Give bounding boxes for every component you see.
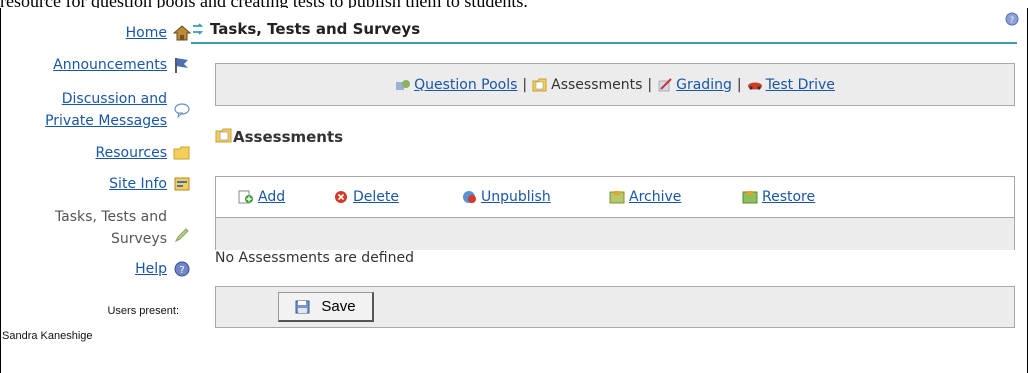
- chat-bubble-icon: [174, 103, 190, 119]
- grading-icon: [658, 77, 672, 91]
- assessments-section-icon: [215, 128, 232, 143]
- restore-link[interactable]: Restore: [762, 189, 815, 205]
- archive-action[interactable]: Archive: [609, 189, 681, 205]
- nav-test-drive[interactable]: Test Drive: [766, 77, 835, 93]
- add-action[interactable]: Add: [238, 189, 285, 205]
- reorder-arrows-icon: [193, 23, 204, 35]
- save-button-label: Save: [321, 298, 356, 315]
- test-drive-car-icon: [747, 82, 762, 90]
- clipped-document-text: resource for question pools and creating…: [0, 0, 1028, 8]
- assessments-folder-icon: [532, 78, 547, 91]
- pencil-icon: [174, 228, 189, 243]
- sidebar-item-home[interactable]: Home: [6, 24, 191, 42]
- sidebar-item-label[interactable]: Home: [126, 25, 167, 41]
- empty-message: No Assessments are defined: [215, 250, 414, 266]
- unpublish-link[interactable]: Unpublish: [481, 189, 551, 205]
- svg-text:?: ?: [1010, 16, 1014, 25]
- sidebar-item-label-line1[interactable]: Discussion and: [62, 88, 167, 110]
- delete-action[interactable]: Delete: [333, 189, 399, 205]
- site-info-icon: [174, 177, 190, 191]
- nav-separator: |: [736, 76, 742, 93]
- page-help-icon[interactable]: ?: [1005, 12, 1019, 26]
- delete-icon: [335, 191, 347, 203]
- nav-grading[interactable]: Grading: [676, 77, 732, 93]
- sidebar: Home Announcements Discussion and Privat…: [1, 8, 191, 373]
- archive-link[interactable]: Archive: [629, 189, 681, 205]
- sidebar-item-label[interactable]: Help: [135, 261, 167, 277]
- nav-separator: |: [647, 76, 653, 93]
- flag-icon: [175, 58, 188, 73]
- nav-separator: |: [522, 76, 528, 93]
- add-icon: [238, 190, 253, 204]
- sidebar-item-tasks-tests-surveys[interactable]: Tasks, Tests and Surveys: [6, 206, 191, 250]
- user-name: Sandra Kaneshige: [2, 330, 93, 342]
- sidebar-item-site-info[interactable]: Site Info: [6, 175, 191, 193]
- nav-assessments-current: Assessments: [551, 76, 643, 93]
- title-divider: [191, 42, 1017, 44]
- unpublish-action[interactable]: Unpublish: [461, 189, 551, 205]
- assessment-list-header: [215, 218, 1015, 250]
- sidebar-item-label[interactable]: Resources: [96, 145, 168, 161]
- save-button[interactable]: Save: [278, 292, 374, 322]
- sidebar-item-help[interactable]: Help ?: [6, 260, 191, 278]
- app-frame: Home Announcements Discussion and Privat…: [0, 8, 1028, 373]
- delete-link[interactable]: Delete: [353, 189, 399, 205]
- sidebar-item-resources[interactable]: Resources: [6, 144, 191, 162]
- save-disk-icon: [295, 300, 310, 313]
- add-link[interactable]: Add: [258, 189, 285, 205]
- svg-text:?: ?: [179, 265, 184, 276]
- sidebar-item-label-line1: Tasks, Tests and: [54, 209, 167, 225]
- sidebar-item-discussion[interactable]: Discussion and Private Messages: [6, 88, 191, 132]
- restore-action[interactable]: Restore: [742, 189, 815, 205]
- help-icon: ?: [174, 261, 190, 277]
- section-title: Assessments: [233, 128, 344, 146]
- nav-question-pools[interactable]: Question Pools: [414, 77, 517, 93]
- unpublish-icon: [463, 191, 476, 203]
- folder-icon: [173, 146, 190, 160]
- sidebar-item-label[interactable]: Announcements: [53, 57, 167, 73]
- users-present-label: Users present:: [107, 305, 179, 317]
- sidebar-item-label[interactable]: Site Info: [109, 176, 167, 192]
- sidebar-item-label-line2: Surveys: [111, 231, 167, 247]
- assessment-nav-bar: Question Pools | Assessments | Grading |…: [215, 63, 1015, 106]
- question-pools-icon: [396, 79, 411, 90]
- sidebar-item-announcements[interactable]: Announcements: [6, 56, 191, 74]
- action-bar: Add Delete Unpublish Archive Restore: [215, 176, 1015, 218]
- archive-icon: [609, 191, 625, 204]
- restore-icon: [742, 191, 758, 204]
- save-bar: Save: [215, 286, 1015, 328]
- home-icon: [173, 25, 191, 41]
- page-title: Tasks, Tests and Surveys: [210, 20, 421, 38]
- sidebar-item-label-line2[interactable]: Private Messages: [45, 110, 167, 132]
